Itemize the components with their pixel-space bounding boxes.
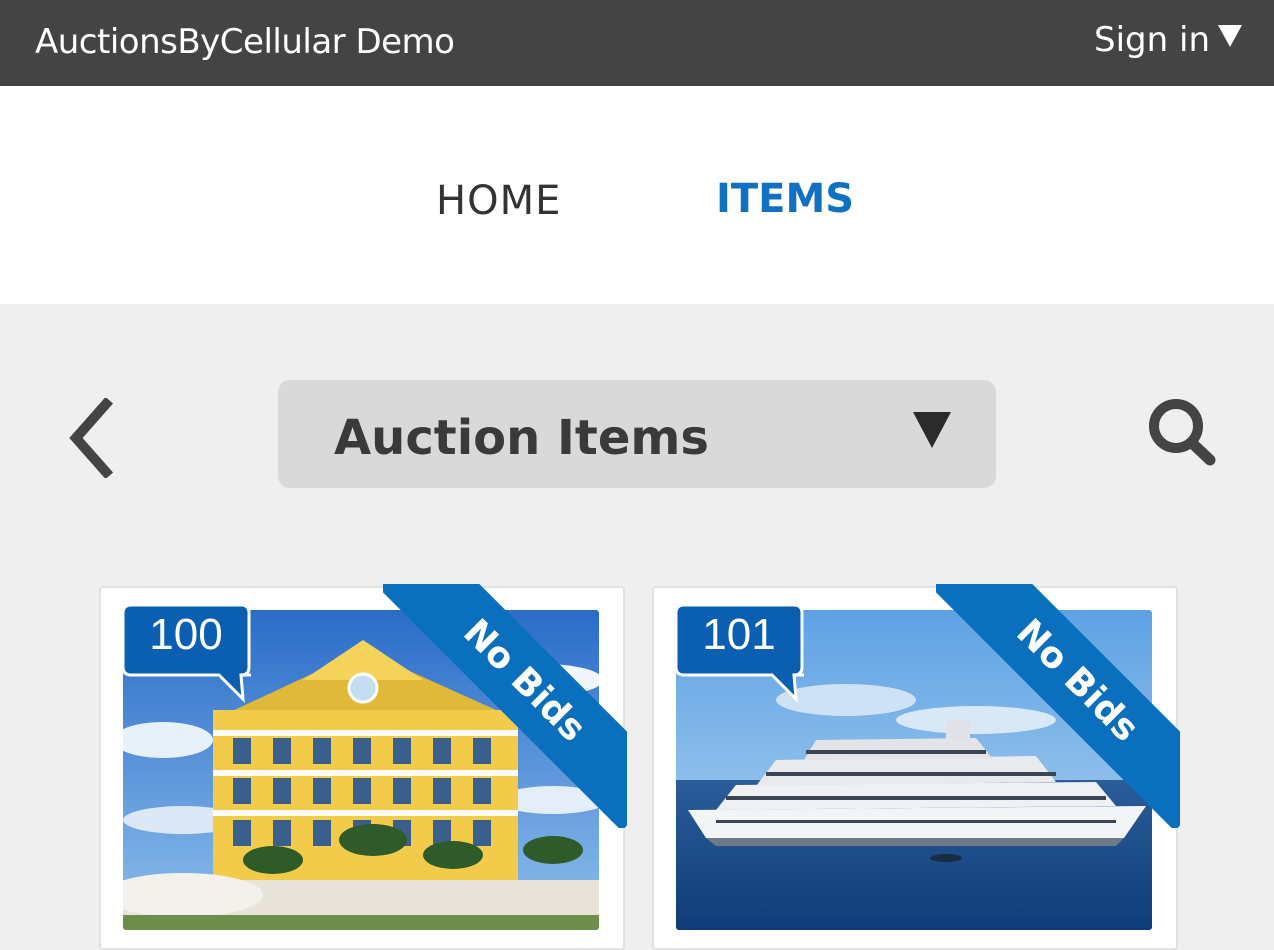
no-bids-ribbon: No Bids <box>383 584 627 828</box>
lot-number: 101 <box>702 610 776 659</box>
ribbon-clip: No Bids <box>936 584 1180 828</box>
auction-item-card[interactable]: 101 No Bids <box>652 584 1180 950</box>
top-bar: AuctionsByCellular Demo Sign in <box>0 0 1274 86</box>
nav-items[interactable]: ITEMS <box>716 176 854 222</box>
ribbon-clip: No Bids <box>383 584 627 828</box>
auction-item-card[interactable]: 100 No Bids <box>99 584 627 950</box>
brand-title[interactable]: AuctionsByCellular Demo <box>35 22 455 62</box>
sign-in-menu[interactable]: Sign in <box>1094 20 1242 60</box>
caret-down-icon <box>1218 25 1242 47</box>
lot-number: 100 <box>149 610 223 659</box>
no-bids-ribbon: No Bids <box>936 584 1180 828</box>
dropdown-arrow-icon <box>913 412 951 448</box>
category-select[interactable]: Auction Items <box>278 380 996 488</box>
nav-home[interactable]: HOME <box>436 178 561 224</box>
back-chevron-icon[interactable] <box>66 398 116 478</box>
sign-in-label: Sign in <box>1094 20 1210 60</box>
main-nav: HOME ITEMS <box>0 86 1274 304</box>
search-icon[interactable] <box>1140 392 1220 472</box>
category-select-label: Auction Items <box>334 410 709 466</box>
